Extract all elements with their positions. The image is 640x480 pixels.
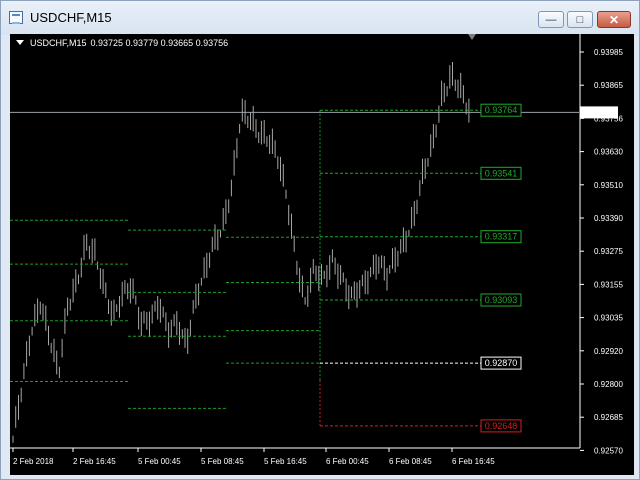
- symbol-header: USDCHF,M15 0.93725 0.93779 0.93665 0.9375…: [16, 38, 232, 48]
- level-lines: [10, 109, 481, 427]
- time-axis: 2 Feb 2018 2 Feb 16:45 5 Feb 00:45 5 Feb 08…: [10, 447, 580, 466]
- level-tag-label: 0.93093: [485, 295, 518, 305]
- minimize-button[interactable]: —: [538, 11, 564, 28]
- chart-symbol: USDCHF,M15: [30, 38, 87, 48]
- title-bar[interactable]: USDCHF,M15 — □ ✕: [1, 1, 639, 35]
- close-button[interactable]: ✕: [597, 11, 631, 28]
- price-axis: 0.93985 0.93865 0.93756 0.93630 0.93510 0.933…: [579, 34, 623, 455]
- current-price-line: 0.93756: [10, 106, 618, 119]
- level-tag-label: 0.93541: [485, 168, 518, 178]
- time-tick-label: 2 Feb 16:45: [73, 457, 116, 466]
- chart-menu-arrow[interactable]: [16, 40, 24, 45]
- level-tags[interactable]: 0.93764 0.93541 0.93317 0.93093 0.92870 0.926…: [480, 103, 522, 433]
- price-tick-label: 0.92920: [594, 347, 623, 356]
- scroll-marker[interactable]: [468, 34, 476, 40]
- price-tick-label: 0.92800: [594, 380, 623, 389]
- time-tick-label: 5 Feb 08:45: [201, 457, 244, 466]
- price-tick-label: 0.93985: [594, 48, 623, 57]
- time-tick-label: 5 Feb 00:45: [138, 457, 181, 466]
- chart-canvas[interactable]: 0.93756 0.939850.938650.937560.936300.93…: [10, 34, 634, 475]
- price-tick-label: 0.93035: [594, 314, 623, 323]
- price-tick-label: 0.93390: [594, 214, 623, 223]
- price-tick-label: 0.93275: [594, 247, 623, 256]
- chart-window-icon: [9, 11, 23, 24]
- restore-button[interactable]: □: [567, 11, 593, 28]
- level-tag-label: 0.92648: [485, 421, 518, 431]
- price-tick-label: 0.92685: [594, 413, 623, 422]
- trading-window: USDCHF,M15 — □ ✕ 0.93756 0.93985 0.93865 0…: [0, 0, 640, 480]
- time-tick-label: 2 Feb 2018: [13, 457, 54, 466]
- level-tag-label: 0.93764: [485, 105, 518, 115]
- price-tick-label: 0.92570: [594, 446, 623, 455]
- price-tick-label: 0.93630: [594, 148, 623, 157]
- price-tick-label: 0.93756: [594, 114, 623, 123]
- time-tick-label: 5 Feb 16:45: [264, 457, 307, 466]
- ohlc-values: 0.93725 0.93779 0.93665 0.93756: [90, 38, 229, 48]
- price-tick-label: 0.93155: [594, 280, 623, 289]
- time-tick-label: 6 Feb 00:45: [326, 457, 369, 466]
- window-title: USDCHF,M15: [30, 10, 112, 25]
- price-chart[interactable]: 0.93756 0.93985 0.93865 0.93756 0.93630 0.93…: [10, 34, 634, 475]
- level-tag-label: 0.93317: [485, 232, 518, 242]
- level-tag-label: 0.92870: [485, 358, 518, 368]
- price-tick-label: 0.93510: [594, 181, 623, 190]
- time-tick-label: 6 Feb 16:45: [452, 457, 495, 466]
- price-bars: [12, 62, 470, 443]
- time-tick-label: 6 Feb 08:45: [389, 457, 432, 466]
- price-tick-label: 0.93865: [594, 81, 623, 90]
